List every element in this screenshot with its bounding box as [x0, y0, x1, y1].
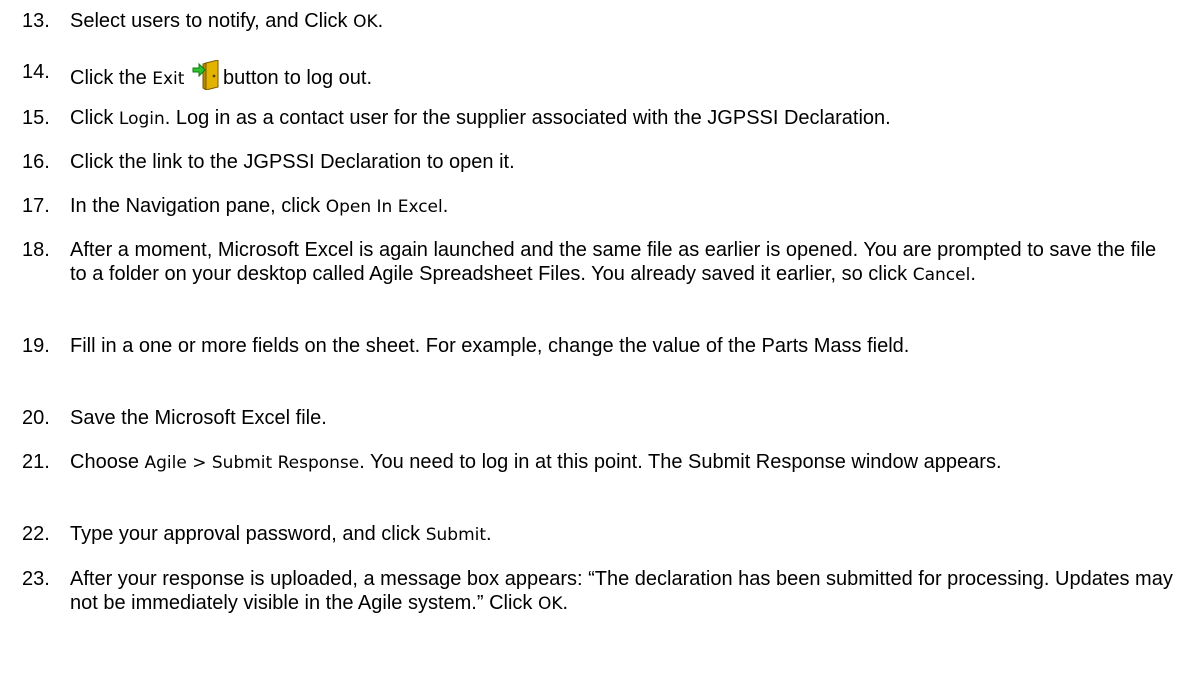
step-number: 20. — [22, 407, 50, 429]
ui-term: OK — [537, 594, 563, 614]
step-text-run: Click — [70, 107, 119, 129]
exit-door-icon — [192, 59, 222, 96]
step-text: Click the Exit button to log out. — [70, 59, 1175, 96]
ui-term: Open In Excel — [325, 197, 443, 217]
step-text-run: . — [970, 263, 976, 285]
step-text-run: . Log in as a contact user for the suppl… — [164, 107, 891, 129]
step-number: 23. — [22, 568, 50, 590]
ui-term: Exit — [152, 69, 185, 89]
step-text-run: . — [442, 195, 449, 217]
step-text: Select users to notify, and Click OK. — [70, 9, 1175, 34]
step-text-run: Type your approval password, and click — [70, 523, 426, 545]
step-text-run: . — [486, 523, 492, 545]
ui-term: Cancel — [912, 265, 971, 285]
step-text-run: Select users to notify, and Click — [70, 10, 354, 32]
ui-term: Submit — [425, 525, 487, 545]
step-text-run: Click the link to the JGPSSI Declaration… — [70, 151, 515, 173]
step-text: Click Login. Log in as a contact user fo… — [70, 106, 1175, 131]
step-number: 15. — [22, 107, 50, 129]
step-text: Type your approval password, and click S… — [70, 522, 1175, 547]
step-number: 13. — [22, 10, 50, 32]
step-text-run — [184, 67, 190, 89]
step-text: Save the Microsoft Excel file. — [70, 406, 1175, 430]
step-text-run: Fill in a one or more fields on the shee… — [70, 335, 910, 357]
step-text: After a moment, Microsoft Excel is again… — [70, 238, 1175, 287]
step-text-run: Choose — [70, 451, 145, 473]
step-text: Fill in a one or more fields on the shee… — [70, 334, 1175, 358]
step-text-run: . You need to log in at this point. The … — [359, 451, 1002, 473]
ui-term: Login — [118, 109, 165, 129]
step-text-run: Click the — [70, 67, 153, 89]
step-text: Click the link to the JGPSSI Declaration… — [70, 150, 1175, 174]
step-number: 16. — [22, 151, 50, 173]
step-number: 19. — [22, 335, 50, 357]
step-number: 17. — [22, 195, 50, 217]
step-number: 14. — [22, 61, 50, 83]
step-text: In the Navigation pane, click Open In Ex… — [70, 194, 1175, 219]
step-text-run: button to log out. — [223, 67, 373, 89]
step-text: Choose Agile > Submit Response. You need… — [70, 450, 1175, 475]
step-text-run: . — [562, 592, 569, 614]
step-text-run: In the Navigation pane, click — [70, 195, 326, 217]
ui-term: OK — [353, 12, 378, 32]
step-text: After your response is uploaded, a messa… — [70, 567, 1175, 616]
step-text-run: After your response is uploaded, a messa… — [70, 568, 1173, 614]
step-text-run: Save the Microsoft Excel file. — [70, 407, 327, 429]
step-number: 18. — [22, 239, 50, 261]
step-text-run: After a moment, Microsoft Excel is again… — [70, 239, 1157, 285]
step-number: 21. — [22, 451, 50, 473]
step-text-run: . — [377, 10, 384, 32]
step-number: 22. — [22, 523, 50, 545]
ui-term: Agile > Submit Response — [144, 453, 360, 473]
